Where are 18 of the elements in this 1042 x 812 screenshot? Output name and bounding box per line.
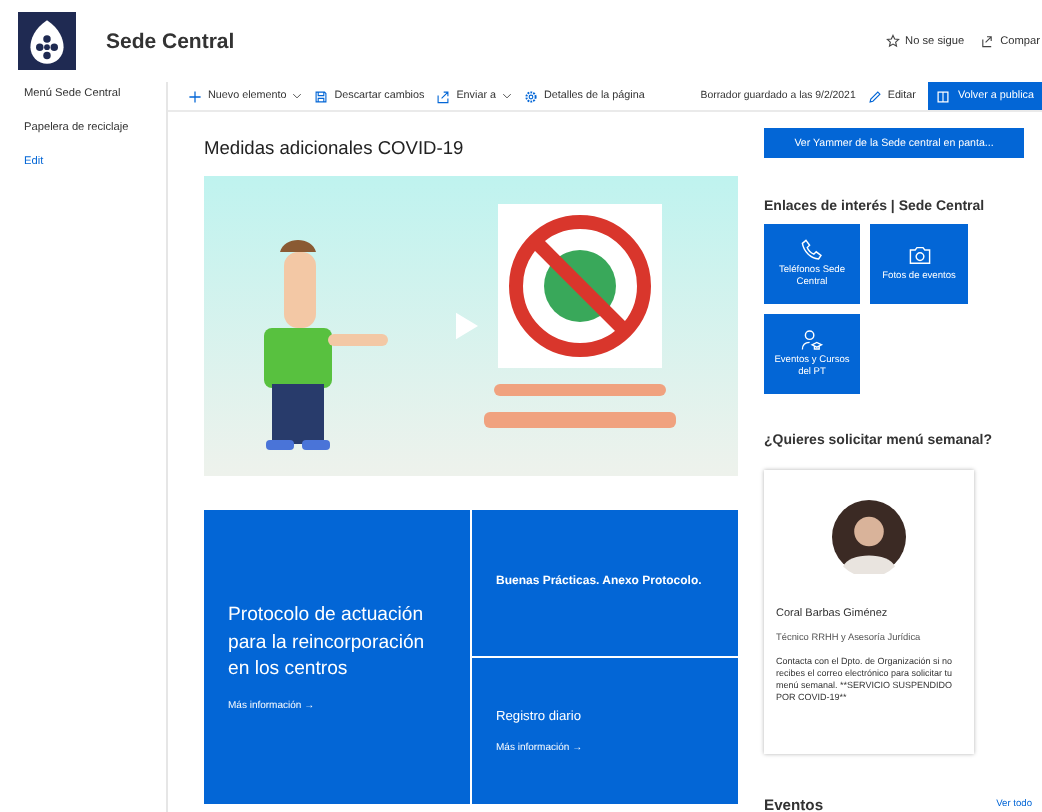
caret-icon [501, 92, 512, 100]
phone-icon [800, 237, 824, 262]
caret-icon [292, 92, 303, 100]
camera-icon [907, 243, 931, 268]
share-icon [980, 34, 995, 48]
avatar-icon [832, 500, 906, 574]
share-icon [436, 89, 451, 103]
logo-icon[interactable] [18, 12, 76, 70]
plus-icon [188, 89, 202, 103]
pencil-icon [867, 89, 882, 103]
tile-title: Protocolo de actuación para la reincorporación en los centros [228, 602, 427, 684]
star-icon [885, 34, 900, 48]
settings-icon [523, 89, 538, 103]
section-title: Medidas adicionales COVID-19 [204, 138, 466, 158]
page-icon [935, 89, 950, 103]
site-title[interactable]: Sede Central [106, 29, 235, 53]
save-icon [314, 89, 329, 103]
person-icon [800, 327, 824, 352]
